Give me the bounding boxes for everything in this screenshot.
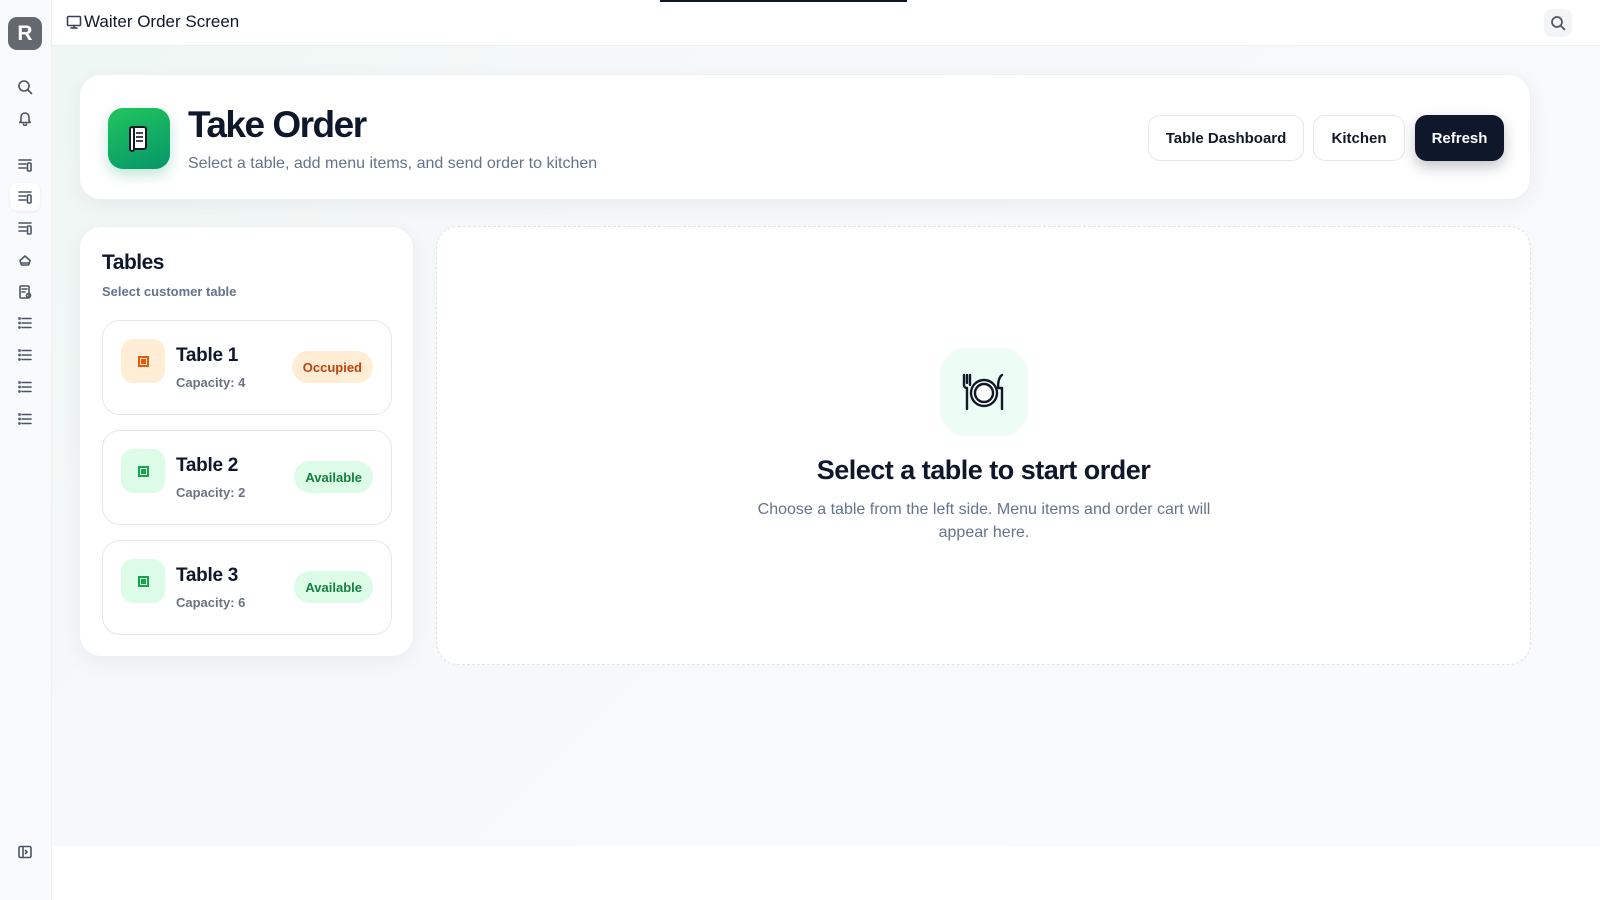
table-dashboard-button[interactable]: Table Dashboard xyxy=(1148,115,1304,161)
rail-nav-item-2-active[interactable] xyxy=(10,183,40,211)
order-scroll-icon xyxy=(108,108,170,169)
list-icon xyxy=(18,349,32,361)
table-icon xyxy=(121,339,165,383)
sidebar-toggle-icon xyxy=(18,845,32,859)
empty-state-title: Select a table to start order xyxy=(816,455,1151,485)
rail-nav-item-1[interactable] xyxy=(10,151,40,179)
top-bar: Waiter Order Screen xyxy=(52,0,1600,46)
tables-title: Tables xyxy=(102,251,164,274)
take-order-subtitle: Select a table, add menu items, and send… xyxy=(188,155,598,172)
table-card-3[interactable]: Table 3 Capacity: 6 Available xyxy=(102,540,392,635)
take-order-header: Take Order Select a table, add menu item… xyxy=(79,74,1531,200)
status-badge: Available xyxy=(294,571,373,603)
rail-kitchen-item[interactable] xyxy=(10,246,40,274)
order-empty-state: Select a table to start order Choose a t… xyxy=(436,226,1531,665)
main-content: Take Order Select a table, add menu item… xyxy=(52,46,1600,846)
table-icon xyxy=(121,559,165,603)
refresh-button[interactable]: Refresh xyxy=(1415,115,1504,161)
bell-icon xyxy=(19,112,31,126)
search-icon xyxy=(1551,16,1566,31)
monitor-icon xyxy=(66,15,82,29)
receipt-icon xyxy=(19,285,32,299)
rail-list-item-4[interactable] xyxy=(10,405,40,433)
list-panel-icon xyxy=(18,222,32,235)
rail-list-item-2[interactable] xyxy=(10,341,40,369)
app-logo[interactable]: R xyxy=(8,17,42,50)
page-title: Waiter Order Screen xyxy=(84,12,240,31)
window-title: Waiter Order Screen xyxy=(66,12,239,32)
plate-utensils-icon xyxy=(940,348,1028,436)
table-icon xyxy=(121,449,165,493)
table-capacity: Capacity: 4 xyxy=(176,375,246,390)
table-name: Table 1 xyxy=(176,345,238,366)
global-search-button[interactable] xyxy=(1544,9,1572,37)
rail-list-item-1[interactable] xyxy=(10,309,40,337)
chef-hat-icon xyxy=(19,255,31,266)
table-capacity: Capacity: 6 xyxy=(176,595,246,610)
tables-subtitle: Select customer table xyxy=(102,284,237,299)
table-name: Table 2 xyxy=(176,455,238,476)
table-capacity: Capacity: 2 xyxy=(176,485,246,500)
list-panel-icon xyxy=(18,191,32,204)
footer-strip xyxy=(52,846,1600,900)
tables-panel: Tables Select customer table Table 1 Cap… xyxy=(79,226,414,657)
rail-orders-item[interactable] xyxy=(10,278,40,306)
loading-indicator xyxy=(660,0,907,2)
table-name: Table 3 xyxy=(176,565,238,586)
sidebar-toggle-button[interactable] xyxy=(10,838,40,866)
rail-notifications-button[interactable] xyxy=(10,104,40,132)
table-card-1[interactable]: Table 1 Capacity: 4 Occupied xyxy=(102,320,392,415)
list-icon xyxy=(18,413,32,425)
empty-state-description: Choose a table from the left side. Menu … xyxy=(757,501,1211,541)
rail-nav-item-3[interactable] xyxy=(10,214,40,242)
kitchen-button[interactable]: Kitchen xyxy=(1313,115,1405,161)
list-icon xyxy=(18,317,32,329)
left-rail: R xyxy=(0,0,52,900)
search-icon xyxy=(18,80,33,95)
rail-list-item-3[interactable] xyxy=(10,373,40,401)
rail-search-button[interactable] xyxy=(10,73,40,101)
take-order-title: Take Order xyxy=(188,104,367,145)
table-card-2[interactable]: Table 2 Capacity: 2 Available xyxy=(102,430,392,525)
status-badge: Occupied xyxy=(291,351,373,383)
list-icon xyxy=(18,381,32,393)
list-panel-icon xyxy=(18,159,32,172)
status-badge: Available xyxy=(294,461,373,493)
